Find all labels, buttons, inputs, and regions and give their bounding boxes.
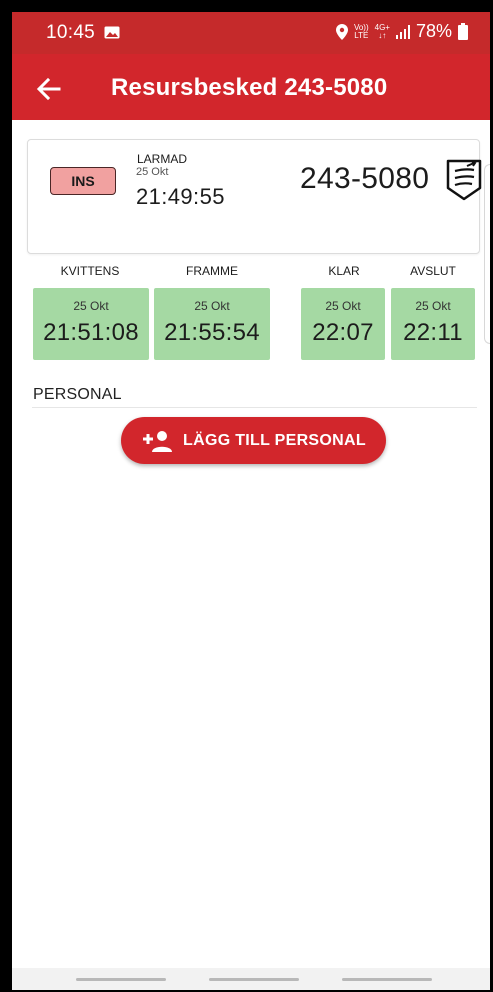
network-indicator: 4G+ ↓↑ bbox=[375, 23, 390, 40]
add-personal-button[interactable]: LÄGG TILL PERSONAL bbox=[121, 417, 386, 464]
arrow-back-icon[interactable] bbox=[32, 72, 66, 106]
timeline-box-kvittens[interactable]: 25 Okt 21:51:08 bbox=[33, 288, 149, 360]
page-title: Resursbesked 243-5080 bbox=[111, 74, 388, 101]
lte-label: LTE bbox=[354, 30, 369, 40]
timeline-date: 25 Okt bbox=[73, 299, 109, 313]
timeline-date: 25 Okt bbox=[325, 299, 361, 313]
timeline-date: 25 Okt bbox=[194, 299, 230, 313]
divider bbox=[32, 407, 477, 408]
timeline-time: 21:51:08 bbox=[43, 319, 139, 346]
nav-back-handle[interactable] bbox=[342, 978, 432, 981]
nav-recents-handle[interactable] bbox=[76, 978, 166, 981]
timeline-header-framme: FRAMME bbox=[186, 264, 238, 278]
phone-screen: 10:45 Vo)) LTE 4G+ ↓↑ 78% Resursbesked 2… bbox=[12, 12, 490, 990]
timeline-box-avslut[interactable]: 25 Okt 22:11 bbox=[391, 288, 475, 360]
volte-indicator: Vo)) LTE bbox=[354, 23, 369, 40]
timeline-header-kvittens: KVITTENS bbox=[60, 264, 120, 278]
data-activity-label: ↓↑ bbox=[378, 30, 387, 40]
status-badge: INS bbox=[50, 167, 116, 195]
vehicle-badge-icon bbox=[446, 159, 482, 201]
alarm-time: 21:49:55 bbox=[136, 184, 225, 209]
battery-icon bbox=[458, 23, 468, 40]
location-icon bbox=[335, 23, 348, 40]
timeline-box-framme[interactable]: 25 Okt 21:55:54 bbox=[154, 288, 270, 360]
person-add-icon bbox=[143, 430, 173, 452]
timeline-header-avslut: AVSLUT bbox=[410, 264, 456, 278]
signal-icon bbox=[395, 24, 410, 39]
unit-number: 243-5080 bbox=[300, 162, 430, 195]
gallery-icon bbox=[104, 26, 120, 39]
timeline-time: 22:11 bbox=[403, 319, 463, 346]
status-bar: 10:45 Vo)) LTE 4G+ ↓↑ 78% bbox=[12, 12, 490, 54]
timeline-header-klar: KLAR bbox=[328, 264, 360, 278]
nav-home-handle[interactable] bbox=[209, 978, 299, 981]
status-time: 10:45 bbox=[46, 22, 96, 43]
status-indicators: Vo)) LTE 4G+ ↓↑ 78% bbox=[335, 21, 468, 42]
timeline-time: 21:55:54 bbox=[164, 319, 260, 346]
system-nav-bar bbox=[12, 968, 490, 990]
add-personal-label: LÄGG TILL PERSONAL bbox=[183, 431, 366, 449]
timeline-date: 25 Okt bbox=[415, 299, 451, 313]
timeline-time: 22:07 bbox=[312, 319, 374, 346]
resource-card: INS LARMAD 25 Okt 21:49:55 243-5080 bbox=[27, 139, 482, 254]
timeline-box-klar[interactable]: 25 Okt 22:07 bbox=[301, 288, 385, 360]
alarm-date: 25 Okt bbox=[136, 166, 169, 178]
side-drawer-handle[interactable] bbox=[484, 164, 490, 344]
personal-section-label: PERSONAL bbox=[33, 386, 122, 403]
alarm-label: LARMAD bbox=[137, 152, 188, 166]
battery-percent: 78% bbox=[415, 21, 452, 41]
app-bar: Resursbesked 243-5080 bbox=[12, 54, 490, 120]
